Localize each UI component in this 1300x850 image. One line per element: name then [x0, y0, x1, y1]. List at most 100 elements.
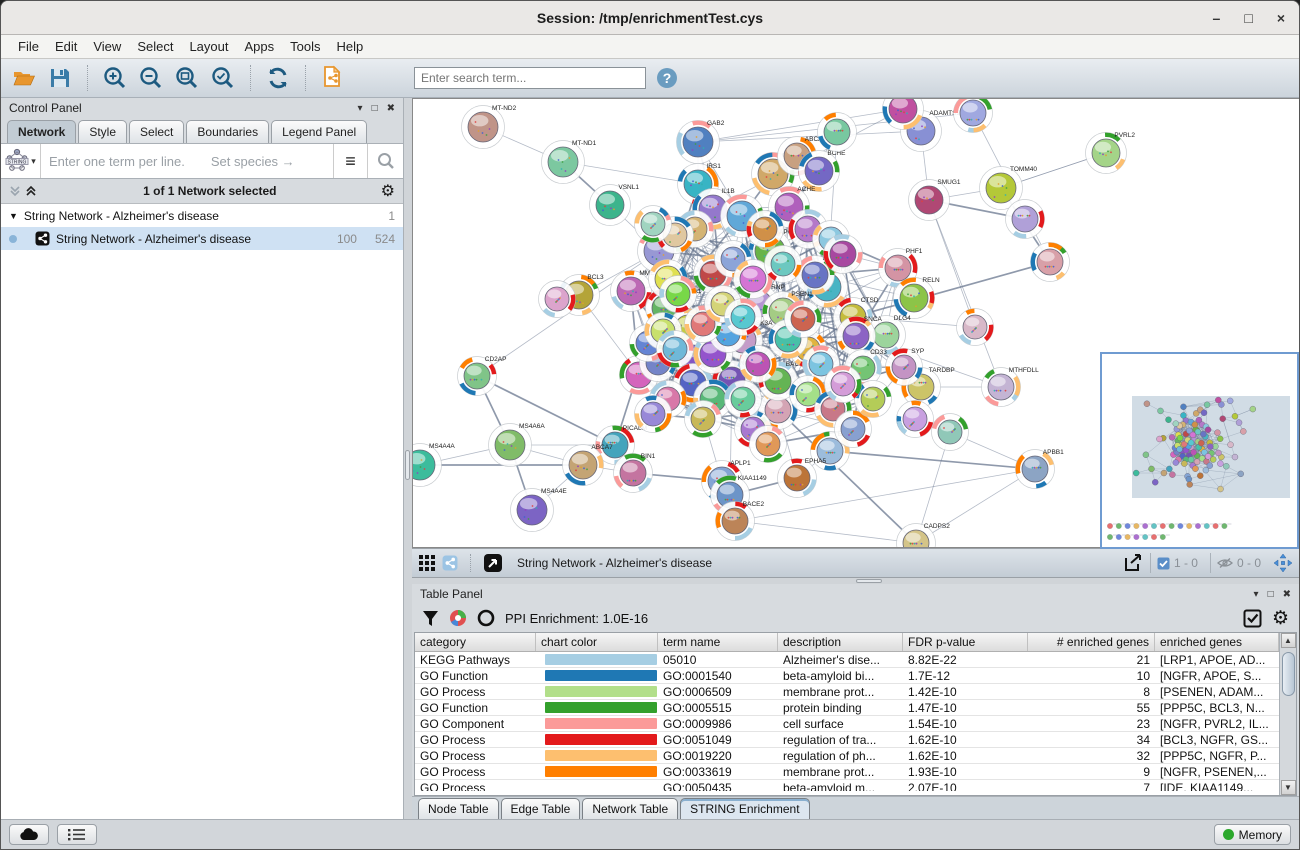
zoom-in-icon[interactable]	[100, 63, 130, 93]
table-row[interactable]: GO FunctionGO:0005515protein binding1.47…	[415, 700, 1279, 716]
panel-menu-icon[interactable]: ▾	[358, 103, 363, 114]
menu-select[interactable]: Select	[130, 36, 180, 57]
share-view-icon[interactable]	[442, 555, 458, 571]
birds-eye-view[interactable]	[1100, 352, 1299, 549]
table-panel-float-icon[interactable]: □	[1268, 589, 1274, 600]
network-collection-row[interactable]: ▼ String Network - Alzheimer's disease 1	[1, 204, 403, 227]
column-header[interactable]: FDR p-value	[903, 633, 1028, 651]
column-header[interactable]: # enriched genes	[1028, 633, 1155, 651]
title-bar: Session: /tmp/enrichmentTest.cys – □ ×	[1, 1, 1299, 35]
close-button[interactable]: ×	[1277, 11, 1285, 25]
table-row[interactable]: GO ProcessGO:0050435beta-amyloid m...2.0…	[415, 780, 1279, 791]
svg-text:TARDBP: TARDBP	[929, 367, 955, 374]
table-splitter-grip[interactable]	[856, 579, 882, 583]
string-dropdown-caret[interactable]: ▾	[31, 156, 36, 167]
scroll-up-arrow[interactable]: ▲	[1281, 633, 1296, 648]
select-columns-icon[interactable]	[1243, 609, 1262, 628]
table-splitter[interactable]	[412, 578, 1299, 584]
hidden-eye-icon[interactable]	[1217, 557, 1233, 569]
table-tab-edge-table[interactable]: Edge Table	[501, 798, 581, 819]
svg-text:BIN1: BIN1	[641, 453, 656, 460]
string-input-placeholder: Enter one term per line.	[49, 154, 185, 169]
zoom-fit-icon[interactable]	[172, 63, 202, 93]
scroll-down-arrow[interactable]: ▼	[1281, 780, 1296, 795]
svg-text:APBB1: APBB1	[1043, 449, 1064, 456]
table-tab-string-enrichment[interactable]: STRING Enrichment	[680, 798, 809, 819]
tab-boundaries[interactable]: Boundaries	[186, 120, 269, 143]
cloud-tasks-button[interactable]	[9, 824, 49, 845]
table-scrollbar[interactable]: ▲ ▼	[1279, 633, 1296, 795]
string-search-icon[interactable]	[367, 144, 403, 178]
string-logo-icon[interactable]: STRING ▾	[1, 144, 41, 178]
string-term-input[interactable]: Enter one term per line. Set species →	[41, 154, 333, 169]
refresh-icon[interactable]	[263, 63, 293, 93]
memory-button[interactable]: Memory	[1214, 824, 1291, 845]
save-icon[interactable]	[45, 63, 75, 93]
table-row[interactable]: GO ProcessGO:0006509membrane prot...1.42…	[415, 684, 1279, 700]
table-tab-network-table[interactable]: Network Table	[582, 798, 678, 819]
open-file-icon[interactable]	[9, 63, 39, 93]
menu-view[interactable]: View	[86, 36, 128, 57]
menu-help[interactable]: Help	[330, 36, 371, 57]
help-icon[interactable]: ?	[652, 63, 682, 93]
minimize-button[interactable]: –	[1213, 11, 1221, 25]
column-header[interactable]: chart color	[536, 633, 658, 651]
table-cell	[536, 732, 658, 748]
tab-select[interactable]: Select	[129, 120, 184, 143]
pan-navigate-icon[interactable]	[1273, 553, 1293, 573]
table-cell: [NGFR, PSENEN,...	[1155, 764, 1279, 780]
task-list-button[interactable]	[57, 824, 97, 845]
table-row[interactable]: GO ProcessGO:0051049regulation of tra...…	[415, 732, 1279, 748]
menu-bar: FileEditViewSelectLayoutAppsToolsHelp	[1, 35, 1299, 59]
collection-expand-icon[interactable]: ▼	[9, 211, 18, 221]
table-cell: 1.62E-10	[903, 748, 1028, 764]
table-tab-node-table[interactable]: Node Table	[418, 798, 499, 819]
menu-tools[interactable]: Tools	[283, 36, 327, 57]
network-row[interactable]: String Network - Alzheimer's disease 100…	[1, 227, 403, 250]
ring-chart-icon[interactable]	[477, 609, 495, 627]
menu-layout[interactable]: Layout	[182, 36, 235, 57]
network-document-icon[interactable]	[318, 63, 348, 93]
zoom-selected-icon[interactable]	[208, 63, 238, 93]
menu-file[interactable]: File	[11, 36, 46, 57]
column-header[interactable]: term name	[658, 633, 778, 651]
chart-settings-icon[interactable]	[449, 609, 467, 627]
table-row[interactable]: GO ProcessGO:0019220regulation of ph...1…	[415, 748, 1279, 764]
column-header[interactable]: enriched genes	[1155, 633, 1279, 651]
search-input[interactable]	[414, 67, 646, 89]
panel-splitter[interactable]	[404, 98, 412, 819]
column-header[interactable]: description	[778, 633, 903, 651]
network-name: String Network - Alzheimer's disease	[56, 232, 251, 246]
table-gear-icon[interactable]: ⚙	[1272, 609, 1289, 628]
splitter-grip[interactable]	[405, 450, 410, 480]
column-header[interactable]: category	[415, 633, 536, 651]
collapse-expand-icons[interactable]	[9, 184, 39, 198]
svg-text:EPHA5: EPHA5	[805, 458, 827, 465]
svg-text:SMUG1: SMUG1	[937, 179, 961, 186]
selected-checkbox-icon[interactable]	[1157, 557, 1170, 570]
string-options-icon[interactable]: ≡	[333, 144, 367, 178]
annotation-mode-icon[interactable]	[483, 553, 503, 573]
maximize-button[interactable]: □	[1244, 11, 1252, 25]
table-panel-menu-icon[interactable]: ▾	[1254, 589, 1259, 600]
table-row[interactable]: GO ProcessGO:0033619membrane prot...1.93…	[415, 764, 1279, 780]
table-row[interactable]: KEGG Pathways05010Alzheimer's dise...8.8…	[415, 652, 1279, 668]
export-network-icon[interactable]	[1122, 552, 1144, 574]
tab-network[interactable]: Network	[7, 120, 76, 143]
table-cell: beta-amyloid m...	[778, 780, 903, 792]
panel-float-icon[interactable]: □	[372, 103, 378, 114]
menu-apps[interactable]: Apps	[238, 36, 282, 57]
scrollbar-thumb[interactable]	[1282, 652, 1295, 696]
table-cell: GO:0006509	[658, 684, 778, 700]
table-row[interactable]: GO FunctionGO:0001540beta-amyloid bi...1…	[415, 668, 1279, 684]
zoom-out-icon[interactable]	[136, 63, 166, 93]
grid-view-icon[interactable]	[418, 554, 436, 572]
network-gear-icon[interactable]: ⚙	[381, 181, 395, 201]
tab-legend-panel[interactable]: Legend Panel	[271, 120, 367, 143]
tab-style[interactable]: Style	[78, 120, 127, 143]
panel-close-icon[interactable]: ✖	[387, 103, 395, 114]
table-panel-close-icon[interactable]: ✖	[1283, 589, 1291, 600]
menu-edit[interactable]: Edit	[48, 36, 84, 57]
filter-icon[interactable]	[422, 610, 439, 627]
table-row[interactable]: GO ComponentGO:0009986cell surface1.54E-…	[415, 716, 1279, 732]
